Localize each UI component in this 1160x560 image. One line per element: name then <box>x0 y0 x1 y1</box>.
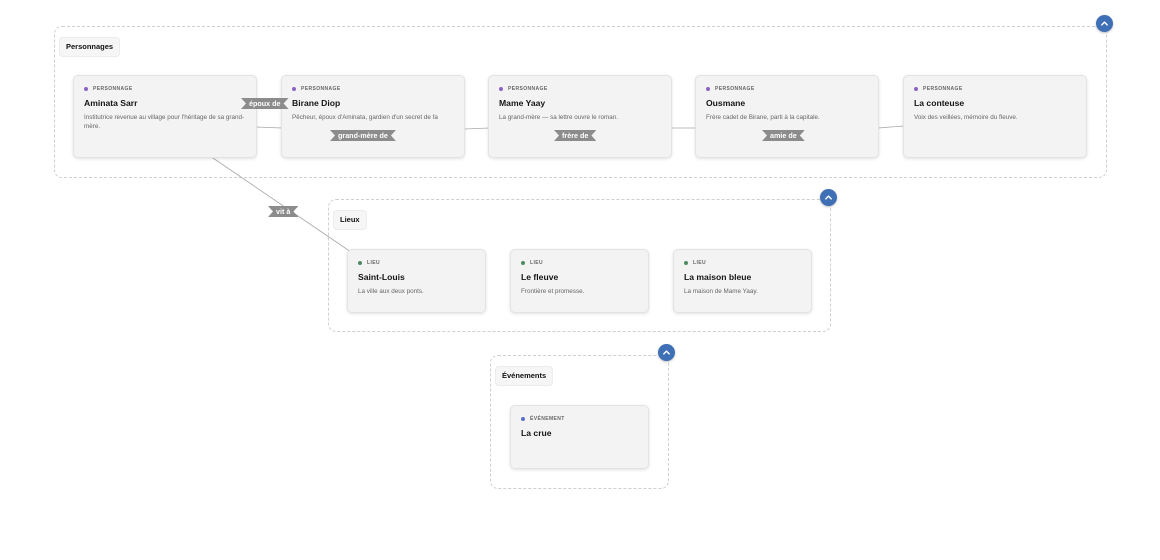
node-type: PERSONNAGE <box>715 86 755 92</box>
node-type: LIEU <box>367 260 380 266</box>
edge-label-amie-de[interactable]: amie de <box>762 130 805 141</box>
collapse-lieux-button[interactable] <box>820 189 837 206</box>
node-type: LIEU <box>693 260 706 266</box>
edge-aminata-birane <box>255 126 283 129</box>
node-name: Ousmane <box>706 98 746 108</box>
type-dot <box>499 87 503 91</box>
collapse-personnages-button[interactable] <box>1096 15 1113 32</box>
node-desc: Voix des veillées, mémoire du fleuve. <box>914 114 1018 121</box>
node-name: Saint-Louis <box>358 272 405 282</box>
node-name: Mame Yaay <box>499 98 546 108</box>
node-name: La crue <box>521 428 552 438</box>
node-mame-yaay[interactable]: PERSONNAGE Mame Yaay La grand-mère — sa … <box>488 75 672 158</box>
edge-label-grand-mere-de[interactable]: grand-mère de <box>330 130 396 141</box>
collapse-evenements-button[interactable] <box>658 344 675 361</box>
edge-ousmane-conteuse <box>877 125 905 129</box>
node-name: Le fleuve <box>521 272 559 282</box>
node-desc: Frontière et promesse. <box>521 288 585 295</box>
type-dot <box>521 417 525 421</box>
node-la-maison-bleue[interactable]: LIEU La maison bleue La maison de Mame Y… <box>673 249 812 313</box>
type-dot <box>84 87 88 91</box>
node-type: PERSONNAGE <box>93 86 133 92</box>
node-type: PERSONNAGE <box>508 86 548 92</box>
node-desc: La grand-mère — sa lettre ouvre le roman… <box>499 114 618 121</box>
edge-label-frere-de[interactable]: frère de <box>554 130 596 141</box>
type-dot <box>914 87 918 91</box>
node-desc: Frère cadet de Birane, parti à la capita… <box>706 114 820 121</box>
node-type: LIEU <box>530 260 543 266</box>
node-name: Aminata Sarr <box>84 98 138 108</box>
node-saint-louis[interactable]: LIEU Saint-Louis La ville aux deux ponts… <box>347 249 486 313</box>
node-desc: La maison de Mame Yaay. <box>684 288 758 295</box>
type-dot <box>358 261 362 265</box>
node-type: PERSONNAGE <box>923 86 963 92</box>
edge-label-epoux-de[interactable]: époux de <box>241 98 289 109</box>
edge-aminata-saint-louis <box>209 155 352 253</box>
type-dot <box>521 261 525 265</box>
node-name: Birane Diop <box>292 98 341 108</box>
type-dot <box>684 261 688 265</box>
node-name: La maison bleue <box>684 272 752 282</box>
node-desc: La ville aux deux ponts. <box>358 288 424 295</box>
chevron-up-icon <box>1101 21 1108 26</box>
node-desc: Pêcheur, époux d'Aminata, gardien d'un s… <box>292 114 438 121</box>
node-ousmane[interactable]: PERSONNAGE Ousmane Frère cadet de Birane… <box>695 75 879 158</box>
node-la-conteuse[interactable]: PERSONNAGE La conteuse Voix des veillées… <box>903 75 1087 158</box>
node-type: PERSONNAGE <box>301 86 341 92</box>
chevron-up-icon <box>825 195 832 200</box>
node-le-fleuve[interactable]: LIEU Le fleuve Frontière et promesse. <box>510 249 649 313</box>
node-type: ÉVÉNEMENT <box>530 416 565 422</box>
chevron-up-icon <box>663 350 670 355</box>
edge-birane-mame <box>464 127 490 130</box>
node-birane-diop[interactable]: PERSONNAGE Birane Diop Pêcheur, époux d'… <box>281 75 465 158</box>
type-dot <box>292 87 296 91</box>
node-desc: Institutrice revenue au village pour l'h… <box>84 114 245 131</box>
node-la-crue[interactable]: ÉVÉNEMENT La crue <box>510 405 649 469</box>
type-dot <box>706 87 710 91</box>
node-aminata-sarr[interactable]: PERSONNAGE Aminata Sarr Institutrice rev… <box>73 75 257 158</box>
node-name: La conteuse <box>914 98 965 108</box>
